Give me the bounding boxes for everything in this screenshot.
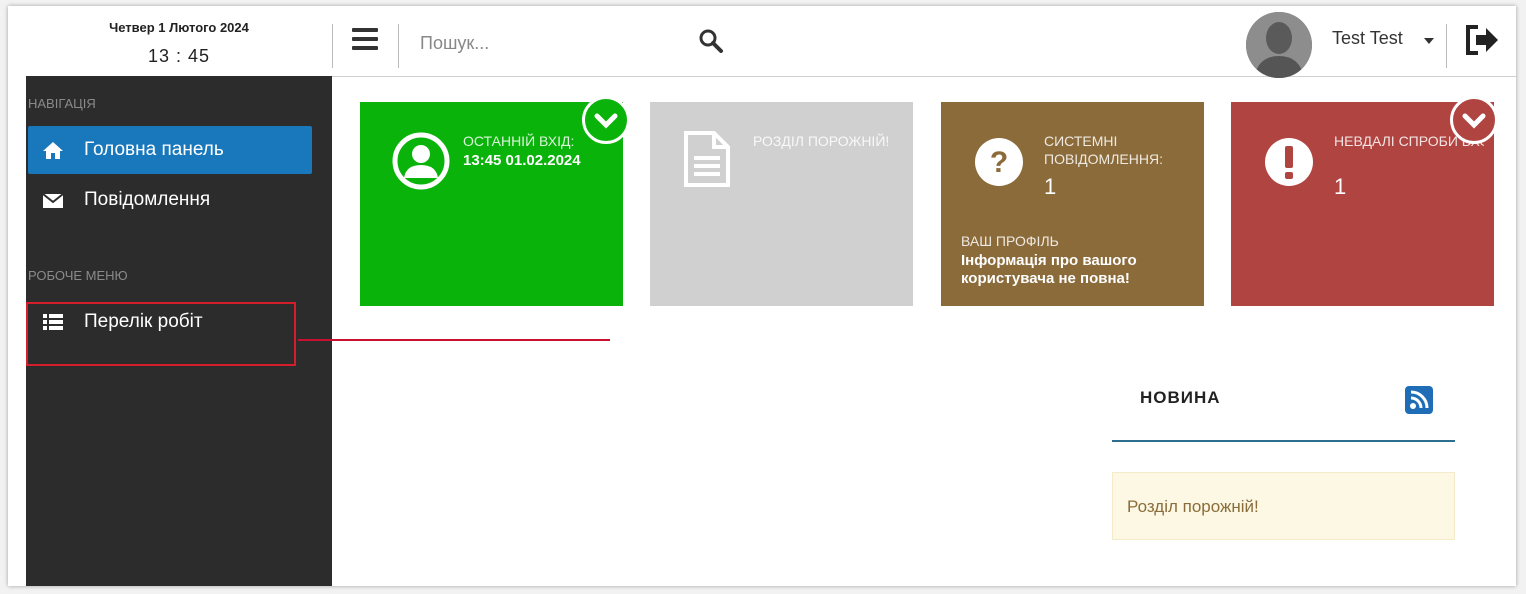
svg-text:?: ? (990, 146, 1008, 179)
tile-value: 13:45 01.02.2024 (463, 152, 581, 169)
caret-down-icon[interactable] (1424, 38, 1434, 44)
app-window: Четвер 1 Лютого 2024 13 : 45 Test Test (8, 6, 1516, 586)
highlight-annotation-box (26, 302, 296, 366)
logout-icon[interactable] (1464, 24, 1500, 56)
user-circle-icon (392, 132, 450, 190)
chevron-down-icon (594, 113, 618, 129)
sidebar-item-label: Повідомлення (84, 189, 211, 210)
sidebar-item-label: Головна панель (84, 139, 224, 160)
empty-section-tile[interactable]: РОЗДІЛ ПОРОЖНІЙ! (650, 102, 913, 306)
news-title: НОВИНА (1140, 388, 1221, 407)
nav-section-label: НАВІГАЦІЯ (28, 96, 96, 111)
hamburger-icon (352, 28, 378, 32)
envelope-icon (42, 193, 64, 208)
avatar[interactable] (1246, 12, 1312, 78)
profile-label: ВАШ ПРОФІЛЬ (961, 233, 1059, 249)
work-section-label: РОБОЧЕ МЕНЮ (28, 268, 128, 283)
tile-label: РОЗДІЛ ПОРОЖНІЙ! (753, 133, 890, 149)
home-icon (43, 142, 63, 159)
chevron-down-icon (1462, 113, 1486, 129)
current-time: 13 : 45 (147, 46, 211, 66)
news-divider (1112, 440, 1455, 442)
tile-label: СИСТЕМНІ ПОВІДОМЛЕННЯ: (1044, 133, 1163, 167)
user-menu-name[interactable]: Test Test (1332, 28, 1403, 49)
top-header: Test Test (332, 6, 1516, 78)
highlight-annotation-line (298, 339, 610, 341)
tile-value: 1 (1334, 174, 1347, 199)
current-date: Четвер 1 Лютого 2024 (109, 20, 249, 35)
header-divider (1446, 24, 1447, 68)
header-divider (332, 24, 333, 68)
news-empty-text: Розділ порожній! (1127, 497, 1259, 516)
header-divider (398, 24, 399, 68)
document-icon (684, 131, 730, 187)
tile-value: 1 (1044, 174, 1057, 199)
date-clock-panel: Четвер 1 Лютого 2024 13 : 45 (26, 6, 332, 76)
hamburger-icon-bar (352, 37, 378, 41)
exclamation-icon (1265, 138, 1313, 186)
question-icon: ? (975, 138, 1023, 186)
news-empty-alert: Розділ порожній! (1112, 472, 1455, 540)
rss-icon[interactable] (1405, 386, 1433, 414)
sidebar-item-messages[interactable]: Повідомлення (28, 176, 312, 224)
rss-feed-glyph (1410, 390, 1429, 409)
expand-button[interactable] (1450, 96, 1498, 144)
profile-warning-text: Інформація про вашого користувача не пов… (961, 252, 1137, 287)
last-login-tile[interactable]: ОСТАННІЙ ВХІД: 13:45 01.02.2024 (360, 102, 623, 306)
menu-toggle-button[interactable] (352, 28, 378, 50)
expand-button[interactable] (582, 96, 630, 144)
tile-label: ОСТАННІЙ ВХІД: (463, 133, 575, 149)
search-icon[interactable] (698, 28, 724, 54)
user-silhouette-icon (1246, 12, 1312, 78)
system-messages-tile[interactable]: ? СИСТЕМНІ ПОВІДОМЛЕННЯ: 1 ВАШ ПРОФІЛЬ І… (941, 102, 1204, 306)
sidebar-item-dashboard[interactable]: Головна панель (28, 126, 312, 174)
hamburger-icon-bar (352, 46, 378, 50)
search-input[interactable] (418, 28, 682, 58)
